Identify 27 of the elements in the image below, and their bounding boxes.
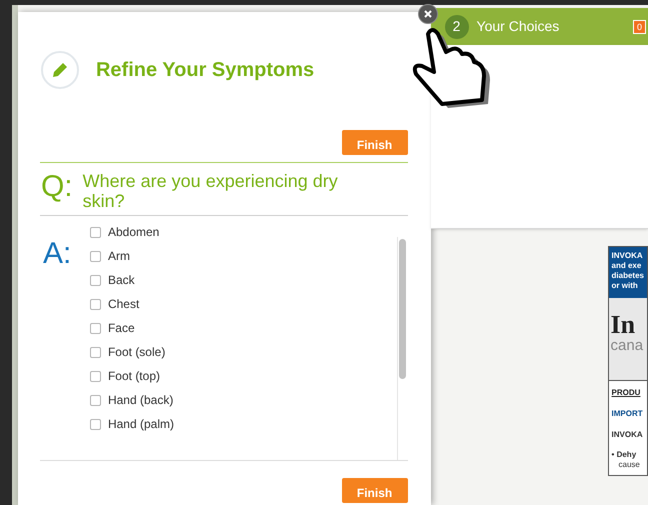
question-text: Where are you experiencing dry skin? (82, 170, 339, 211)
choices-bar[interactable]: 2 Your Choices 0 (430, 8, 648, 45)
option-checkbox[interactable]: Face (90, 319, 397, 337)
option-checkbox[interactable]: Abdomen (90, 223, 397, 241)
option-checkbox[interactable]: Arm (90, 247, 397, 265)
ad-section-heading: IMPORT (612, 408, 644, 420)
option-checkbox[interactable]: Chest (90, 295, 397, 313)
option-checkbox[interactable]: Foot (top) (90, 367, 397, 385)
ad-logo: In (610, 312, 636, 338)
ad-logo-subtitle: cana (610, 338, 644, 354)
scrollbar-thumb[interactable] (399, 239, 406, 379)
dialog-title: Refine Your Symptoms (96, 58, 314, 83)
option-checkbox[interactable]: Back (90, 271, 397, 289)
question-prefix: Q: (40, 169, 73, 205)
choices-label: Your Choices (476, 17, 560, 36)
ad-section-heading: INVOKA (612, 429, 644, 441)
option-checkbox[interactable]: Hand (back) (90, 391, 397, 409)
option-checkbox[interactable]: Foot (sole) (90, 343, 397, 361)
ad-header-text: INVOKA and exe diabetes or with (608, 247, 647, 298)
choices-count: 2 (444, 14, 469, 38)
answer-prefix: A: (42, 237, 72, 272)
close-icon (424, 10, 432, 18)
ad-section-heading: PRODU (612, 387, 642, 399)
ad-bullet-text: • Dehy cause (612, 450, 641, 470)
option-checkbox[interactable]: Hand (palm) (90, 415, 397, 433)
pencil-icon (40, 51, 79, 89)
choices-badge: 0 (632, 20, 646, 34)
